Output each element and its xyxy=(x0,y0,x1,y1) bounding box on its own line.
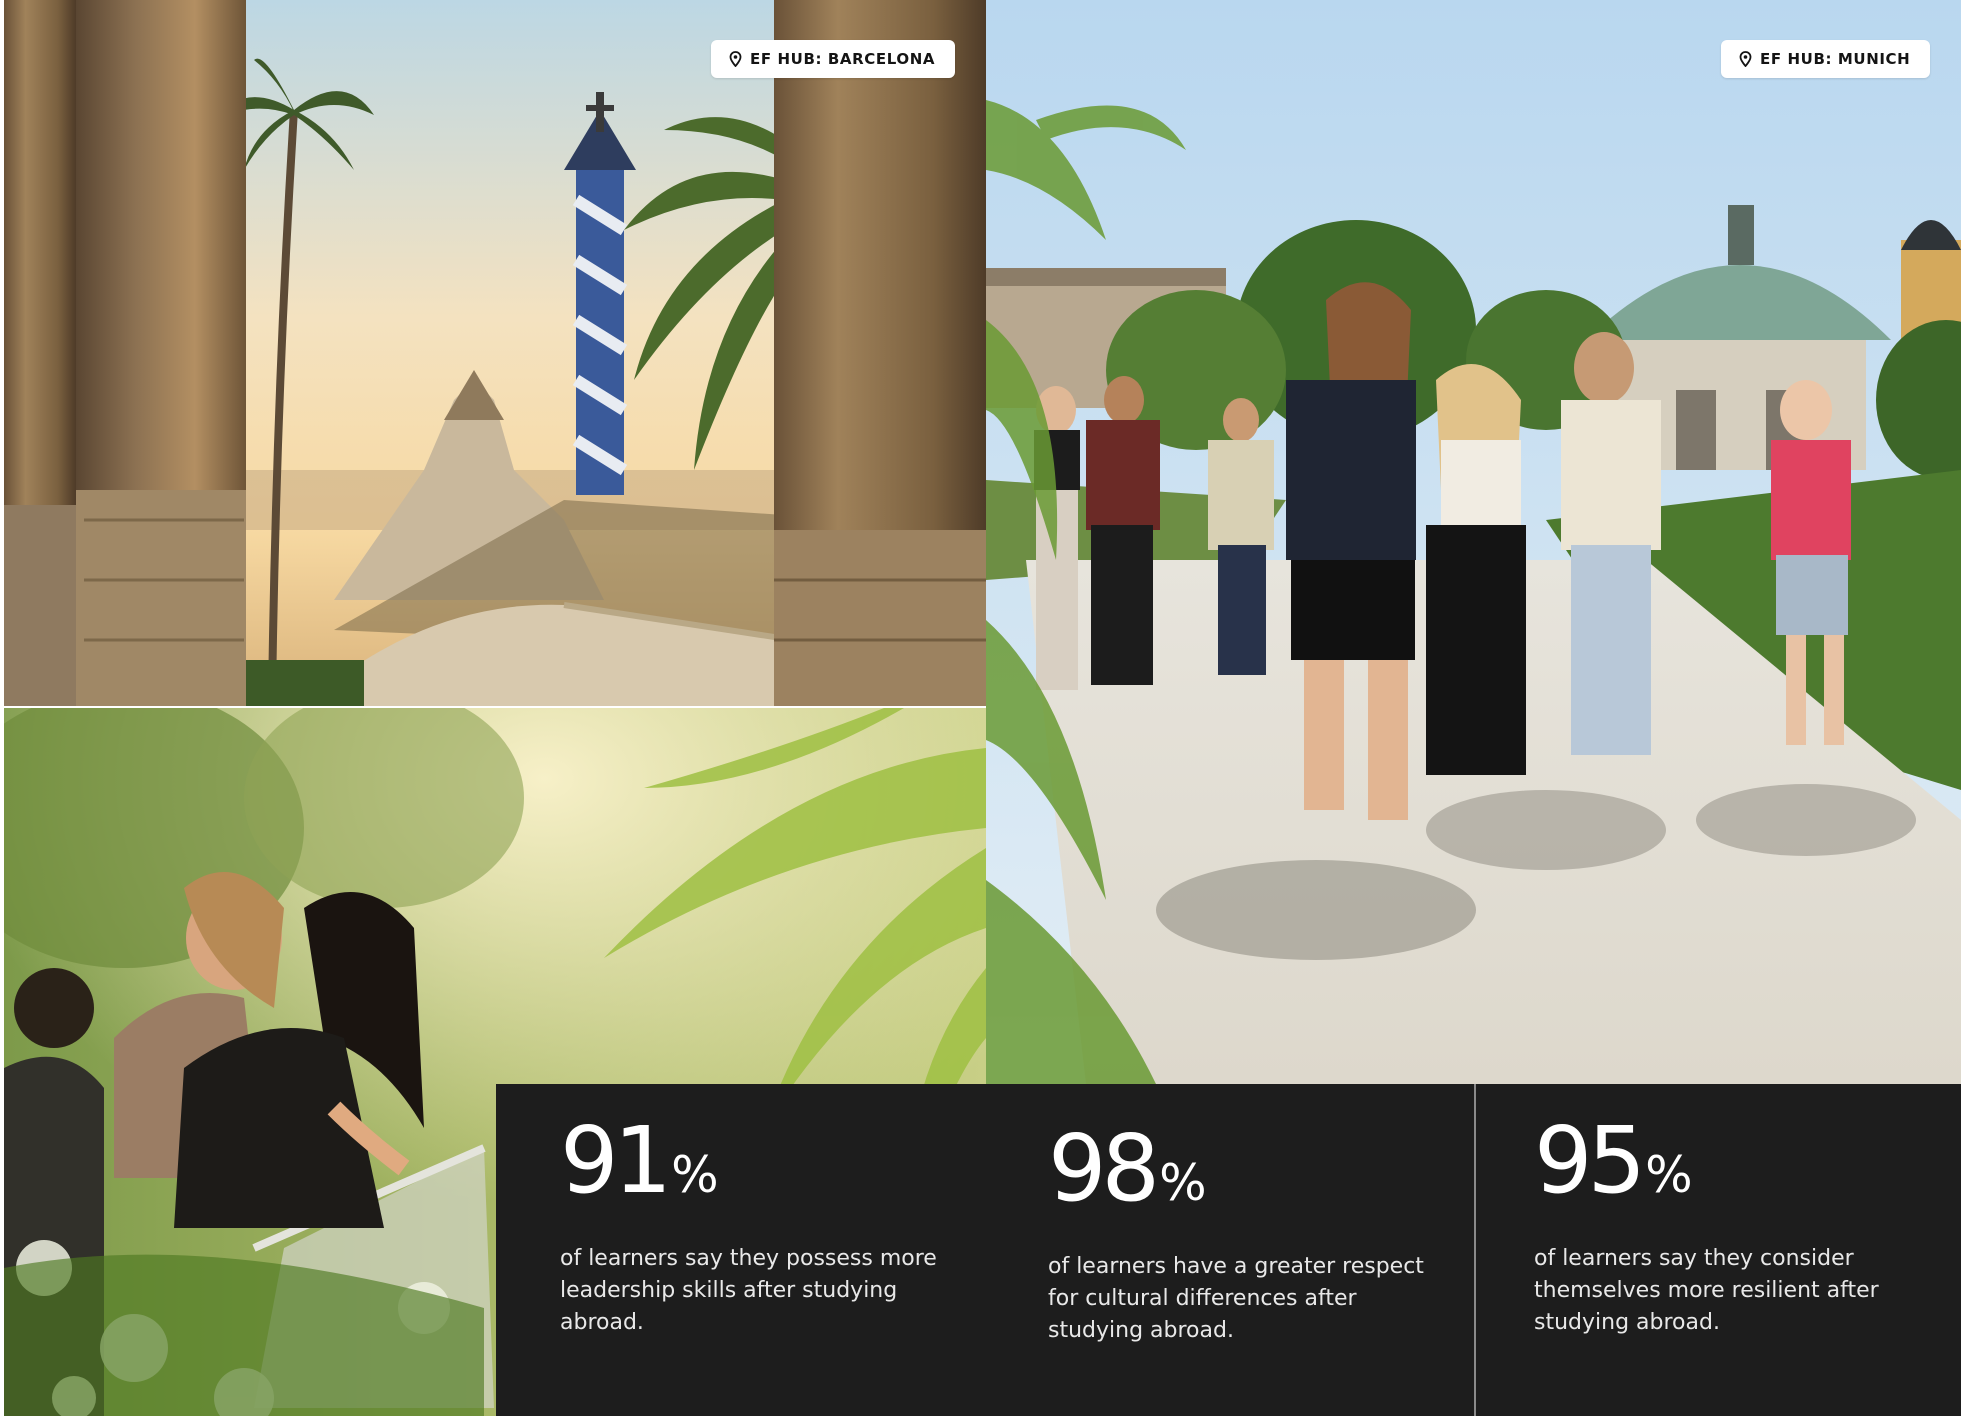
stats-panel: 91% of learners say they possess more le… xyxy=(496,1084,1961,1416)
stat-number: 95 xyxy=(1534,1107,1646,1214)
stat-value: 91% xyxy=(560,1115,719,1207)
stat-unit: % xyxy=(671,1146,719,1204)
stat-leadership: 91% of learners say they possess more le… xyxy=(496,1084,984,1416)
stat-cultural-respect: 98% of learners have a greater respect f… xyxy=(984,1084,1472,1416)
stat-description: of learners say they possess more leader… xyxy=(560,1246,937,1335)
stat-value: 95% xyxy=(1534,1115,1693,1207)
stat-unit: % xyxy=(1645,1146,1693,1204)
stat-description: of learners say they consider themselves… xyxy=(1534,1246,1879,1335)
stat-number: 91 xyxy=(560,1107,672,1214)
hub-badge-barcelona: EF HUB: BARCELONA xyxy=(711,40,956,78)
stat-number: 98 xyxy=(1048,1115,1160,1222)
stat-description: of learners have a greater respect for c… xyxy=(1048,1254,1424,1343)
hub-badge-munich: EF HUB: MUNICH xyxy=(1721,40,1931,78)
stat-unit: % xyxy=(1159,1154,1207,1212)
munich-hofgarten-photo xyxy=(986,0,1961,1084)
stat-value: 98% xyxy=(1048,1123,1207,1215)
hub-badge-label: EF HUB: BARCELONA xyxy=(750,50,936,68)
location-pin-icon xyxy=(1739,51,1752,67)
hub-badge-label: EF HUB: MUNICH xyxy=(1760,50,1911,68)
location-pin-icon xyxy=(729,51,742,67)
stat-resilience: 95% of learners say they consider themse… xyxy=(1472,1084,1961,1416)
barcelona-park-guell-photo xyxy=(4,0,986,706)
